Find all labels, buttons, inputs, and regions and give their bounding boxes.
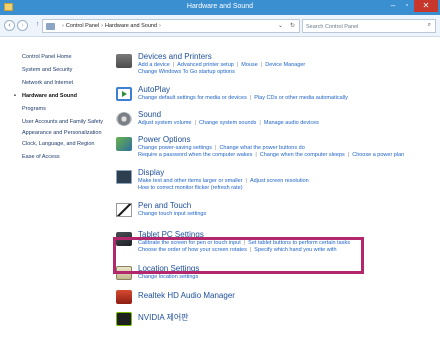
category-title[interactable]: Power Options [138,135,434,145]
link-text-size[interactable]: Make text and other items larger or smal… [138,178,243,184]
search-box[interactable]: ⌕ [302,19,436,33]
title-bar: Hardware and Sound – ▫ ✕ [0,0,440,15]
category-title[interactable]: Realtek HD Audio Manager [138,288,434,301]
address-toolbar: ‹ › ↑ › Control Panel › Hardware and Sound ›… [0,15,440,37]
sidebar-item-system-and-security[interactable]: System and Security [22,67,108,74]
link-add-device[interactable]: Add a device [138,62,170,68]
forward-button[interactable]: › [17,20,28,31]
highlight-box [113,237,364,274]
monitor-icon [116,170,132,184]
link-refresh-rate[interactable]: How to correct monitor flicker (refresh … [138,185,243,191]
breadcrumb-control-panel[interactable]: Control Panel [66,23,99,29]
link-password-wake[interactable]: Require a password when the computer wak… [138,152,252,158]
link-touch-input[interactable]: Change touch input settings [138,211,206,217]
link-change-location[interactable]: Change location settings [138,274,198,280]
breadcrumb: › Control Panel › Hardware and Sound › [62,23,161,29]
category-autoplay: AutoPlay Change default settings for med… [116,85,434,110]
link-adjust-volume[interactable]: Adjust system volume [138,120,192,126]
link-screen-resolution[interactable]: Adjust screen resolution [250,178,309,184]
maximize-button[interactable]: ▫ [400,0,414,12]
link-system-sounds[interactable]: Change system sounds [199,120,256,126]
link-mouse[interactable]: Mouse [241,62,258,68]
category-display: Display Make text and other items larger… [116,168,434,201]
sidebar-item-hardware-and-sound: Hardware and Sound [14,93,108,100]
sidebar: Control Panel Home System and Security N… [14,54,108,167]
category-title[interactable]: AutoPlay [138,85,434,95]
minimize-button[interactable]: – [386,0,400,12]
category-title[interactable]: Sound [138,110,434,120]
link-play-cds[interactable]: Play CDs or other media automatically [254,95,348,101]
search-icon[interactable]: ⌕ [428,22,431,29]
link-power-buttons[interactable]: Change what the power buttons do [219,145,304,151]
sidebar-item-network-and-internet[interactable]: Network and Internet [22,80,108,87]
sidebar-item-control-panel-home[interactable]: Control Panel Home [22,54,108,61]
back-button[interactable]: ‹ [4,20,15,31]
category-pen-and-touch: Pen and Touch Change touch input setting… [116,201,434,227]
category-nvidia: NVIDIA 제어판 [116,310,434,332]
pen-icon [116,203,132,217]
link-power-plan[interactable]: Choose a power plan [352,152,404,158]
link-advanced-printer-setup[interactable]: Advanced printer setup [177,62,234,68]
chevron-down-icon[interactable]: ⌄ [278,22,283,29]
category-title[interactable]: NVIDIA 제어판 [138,310,434,323]
sidebar-item-programs[interactable]: Programs [22,106,108,113]
category-title[interactable]: Devices and Printers [138,52,434,62]
link-default-media-settings[interactable]: Change default settings for media or dev… [138,95,247,101]
link-windows-to-go[interactable]: Change Windows To Go startup options [138,69,235,75]
battery-icon [116,137,132,151]
category-title[interactable]: Display [138,168,434,178]
category-realtek-audio: Realtek HD Audio Manager [116,288,434,310]
link-audio-devices[interactable]: Manage audio devices [264,120,319,126]
breadcrumb-hardware-and-sound[interactable]: Hardware and Sound [105,23,157,29]
refresh-icon[interactable]: ↻ [290,22,295,29]
close-button[interactable]: ✕ [414,0,438,12]
printer-icon [116,54,132,68]
category-title[interactable]: Pen and Touch [138,201,434,211]
sidebar-item-ease-of-access[interactable]: Ease of Access [22,154,108,161]
category-list: Devices and Printers Add a device | Advanc… [116,52,434,332]
link-device-manager[interactable]: Device Manager [265,62,305,68]
folder-icon [46,23,55,30]
sidebar-item-user-accounts[interactable]: User Accounts and Family Safety [22,119,108,126]
link-computer-sleeps[interactable]: Change when the computer sleeps [260,152,345,158]
sidebar-item-clock-language-region[interactable]: Clock, Language, and Region [22,141,108,148]
address-bar[interactable]: › Control Panel › Hardware and Sound › ⌄ ↻ [42,19,300,33]
nvidia-icon [116,312,132,326]
category-devices-and-printers: Devices and Printers Add a device | Advanc… [116,52,434,85]
sidebar-item-appearance[interactable]: Appearance and Personalization [22,130,108,137]
category-sound: Sound Adjust system volume | Change system… [116,110,434,135]
main-content: Control Panel Home System and Security N… [0,37,440,356]
speaker-icon [116,112,132,126]
window-title: Hardware and Sound [186,3,254,10]
link-power-saving[interactable]: Change power-saving settings [138,145,212,151]
category-power-options: Power Options Change power-saving settin… [116,135,434,168]
autoplay-icon [116,87,132,101]
search-input[interactable] [306,22,416,31]
realtek-icon [116,290,132,304]
